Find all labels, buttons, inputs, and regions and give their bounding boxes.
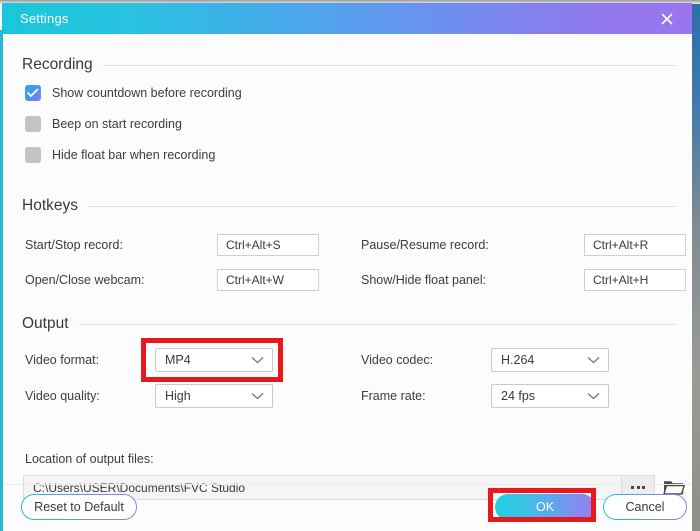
cancel-label: Cancel — [625, 500, 665, 514]
check-icon — [27, 88, 39, 97]
frame-rate-value: 24 fps — [501, 389, 536, 403]
recording-section-title: Recording — [22, 56, 93, 73]
hotkey-label-start-stop-wrap: Start/Stop record: — [25, 238, 123, 252]
output-section-header: Output — [3, 315, 692, 333]
settings-dialog: Settings Recording Show countdown before… — [0, 0, 700, 531]
video-codec-label: Video codec: — [361, 353, 434, 367]
video-quality-dropdown[interactable]: High — [155, 384, 273, 408]
section-divider — [88, 205, 676, 207]
section-divider — [102, 64, 676, 66]
recording-section: Recording — [3, 56, 692, 74]
ok-label: OK — [535, 500, 555, 514]
ok-button[interactable]: OK — [495, 494, 595, 520]
section-divider — [78, 323, 676, 325]
checkbox-row-beep-on-start[interactable]: Beep on start recording — [25, 116, 182, 132]
frame-rate-dropdown[interactable]: 24 fps — [491, 384, 609, 408]
hotkey-label-webcam: Open/Close webcam: — [25, 273, 145, 287]
hotkey-label-webcam-wrap: Open/Close webcam: — [25, 273, 145, 287]
hotkey-label-start-stop: Start/Stop record: — [25, 238, 123, 252]
checkbox-label-hide-float-bar: Hide float bar when recording — [52, 148, 216, 162]
video-format-label: Video format: — [25, 353, 100, 367]
cancel-button[interactable]: Cancel — [603, 494, 687, 520]
window-left-edge — [0, 30, 3, 531]
hotkeys-section: Hotkeys — [3, 197, 692, 215]
hotkey-input-pause-resume[interactable]: Ctrl+Alt+R — [584, 234, 686, 256]
frame-rate-label: Frame rate: — [361, 389, 426, 403]
video-codec-value: H.264 — [501, 353, 535, 367]
output-section: Output — [3, 315, 692, 333]
close-button[interactable] — [650, 6, 684, 32]
video-quality-label-wrap: Video quality: — [25, 389, 100, 403]
chevron-down-icon — [251, 393, 264, 400]
reset-to-default-button[interactable]: Reset to Default — [21, 494, 137, 520]
hotkey-label-float-panel: Show/Hide float panel: — [361, 273, 487, 287]
hotkeys-section-title: Hotkeys — [22, 197, 78, 214]
checkbox-row-hide-float-bar[interactable]: Hide float bar when recording — [25, 147, 215, 163]
hotkey-label-pause-resume-wrap: Pause/Resume record: — [361, 238, 489, 252]
hotkey-input-webcam[interactable]: Ctrl+Alt+W — [217, 269, 319, 291]
hotkey-input-start-stop[interactable]: Ctrl+Alt+S — [217, 234, 319, 256]
chevron-down-icon — [587, 393, 600, 400]
video-codec-label-wrap: Video codec: — [361, 353, 433, 367]
output-location-path: C:\Users\USER\Documents\FVC Studio — [33, 480, 246, 495]
background-strip — [692, 0, 700, 531]
hotkeys-section-header: Hotkeys — [3, 197, 692, 215]
video-format-label-wrap: Video format: — [25, 353, 99, 367]
chevron-down-icon — [587, 357, 600, 364]
ellipsis-icon — [631, 486, 635, 489]
video-format-dropdown[interactable]: MP4 — [155, 348, 273, 372]
close-icon — [661, 13, 673, 25]
video-format-value: MP4 — [165, 353, 191, 367]
checkbox-label-beep-on-start: Beep on start recording — [52, 117, 182, 131]
checkbox-hide-float-bar[interactable] — [25, 147, 41, 163]
checkbox-row-show-countdown[interactable]: Show countdown before recording — [25, 85, 242, 101]
checkbox-beep-on-start[interactable] — [25, 116, 41, 132]
reset-to-default-label: Reset to Default — [34, 500, 124, 514]
chevron-down-icon — [251, 357, 264, 364]
hotkey-input-float-panel[interactable]: Ctrl+Alt+H — [584, 269, 686, 291]
checkbox-show-countdown[interactable] — [25, 85, 41, 101]
hotkey-label-pause-resume: Pause/Resume record: — [361, 238, 489, 252]
video-quality-value: High — [165, 389, 191, 403]
window-title: Settings — [20, 11, 69, 26]
hotkey-label-float-panel-wrap: Show/Hide float panel: — [361, 273, 486, 287]
footer-divider — [3, 484, 692, 485]
video-codec-dropdown[interactable]: H.264 — [491, 348, 609, 372]
output-section-title: Output — [22, 315, 69, 332]
ellipsis-icon — [636, 486, 640, 489]
video-quality-label: Video quality: — [25, 389, 100, 403]
checkbox-label-show-countdown: Show countdown before recording — [52, 86, 242, 100]
output-location-label: Location of output files: — [25, 452, 154, 466]
recording-section-header: Recording — [3, 56, 692, 74]
dialog-content: Recording Show countdown before recordin… — [3, 34, 692, 531]
frame-rate-label-wrap: Frame rate: — [361, 389, 426, 403]
title-bar: Settings — [2, 3, 692, 34]
ellipsis-icon — [641, 486, 645, 489]
